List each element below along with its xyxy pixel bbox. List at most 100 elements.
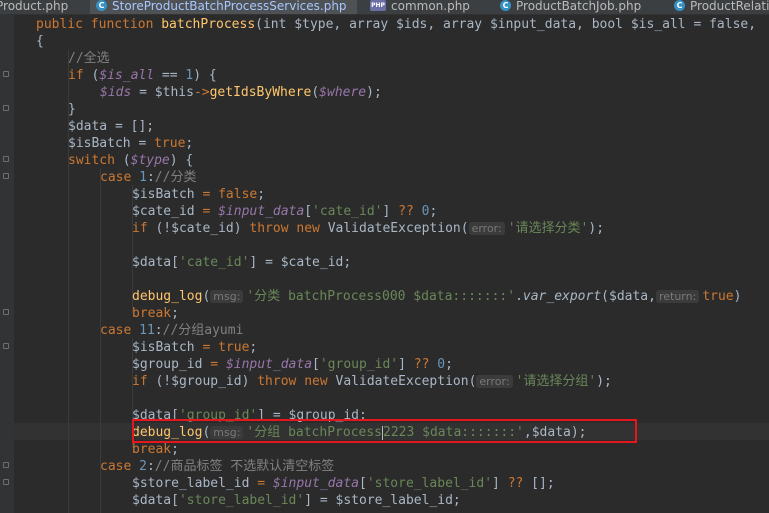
code-token: $isBatch	[132, 340, 195, 355]
code-token: 2	[139, 459, 147, 474]
code-token: ]	[398, 357, 414, 372]
code-token: [	[312, 357, 320, 372]
code-line: //全选	[68, 50, 110, 67]
code-token: :	[154, 323, 163, 338]
code-token: .	[515, 289, 523, 304]
code-token: if	[132, 221, 156, 236]
code-line: {	[36, 33, 44, 50]
code-token: case	[100, 459, 140, 474]
code-token: =	[202, 357, 226, 372]
code-token: break	[132, 306, 172, 321]
code-token: getIdsByWhere	[209, 85, 312, 100]
code-token: if	[132, 374, 156, 389]
code-token: $where	[319, 85, 367, 100]
fold-marker-icon[interactable]	[3, 343, 9, 349]
code-line: $ids = $this->getIdsByWhere($where);	[100, 84, 382, 101]
code-line: $isBatch = false;	[132, 186, 265, 203]
code-token: $ids	[100, 85, 132, 100]
code-token: 1	[139, 170, 147, 185]
code-token: ]	[492, 476, 508, 491]
code-token: ) {	[193, 68, 217, 83]
code-line: if ($is_all == 1) {	[68, 67, 217, 84]
code-comment: //全选	[68, 51, 110, 66]
code-token: 0	[429, 357, 446, 372]
code-line: switch ($type) {	[68, 152, 193, 169]
code-token: =	[194, 340, 219, 355]
code-token: =	[249, 476, 273, 491]
red-highlight-box	[132, 419, 637, 443]
code-line: $data['store_label_id'] = $store_label_i…	[132, 492, 461, 509]
code-token: true	[154, 136, 186, 151]
code-token: $this	[154, 85, 194, 100]
code-token: ->	[193, 85, 210, 100]
code-token: ??	[507, 476, 524, 491]
code-token: $type	[130, 153, 170, 168]
code-token: $input_data	[272, 476, 359, 491]
parameter-hint: error:	[476, 375, 513, 388]
code-token: ;	[445, 357, 453, 372]
code-line: $cate_id = $input_data['cate_id'] ?? 0;	[132, 203, 437, 220]
fold-marker-icon[interactable]	[3, 479, 9, 485]
code-line: if (!$group_id) throw new ValidateExcept…	[132, 373, 612, 390]
code-line: $data = [];	[68, 118, 154, 135]
fold-marker-icon[interactable]	[3, 71, 9, 77]
code-token: $group_id	[132, 357, 203, 372]
parameter-hint: return:	[655, 290, 700, 303]
code-token: );	[588, 221, 605, 236]
code-string: '分类 batchProcess000 $data:::::::'	[246, 289, 516, 304]
fold-marker-icon[interactable]	[3, 309, 9, 315]
code-token: if	[68, 68, 92, 83]
code-token: ??	[413, 357, 430, 372]
code-token: $isBatch	[132, 187, 195, 202]
code-token: ??	[398, 204, 414, 219]
code-token: true	[218, 340, 250, 355]
code-token: throw new	[257, 374, 336, 389]
editor-gutter[interactable]	[0, 14, 15, 513]
code-token: )	[733, 289, 742, 304]
code-line: if (!$cate_id) throw new ValidateExcepti…	[132, 220, 604, 237]
code-line: case 11://分组ayumi	[100, 322, 243, 339]
code-token: ]	[382, 204, 399, 219]
code-token: 0	[413, 204, 430, 219]
code-comment: //分类	[154, 170, 197, 185]
code-comment: //商品标签 不选默认清空标签	[154, 459, 335, 474]
code-token: [	[358, 476, 367, 491]
code-token: batchProcess	[161, 17, 256, 32]
code-string: 'store_label_id'	[178, 493, 305, 508]
code-token: ValidateException(	[335, 374, 477, 389]
code-token: ] = $store_label_id;	[304, 493, 461, 508]
fold-marker-icon[interactable]	[3, 156, 9, 162]
fold-marker-icon[interactable]	[3, 105, 9, 111]
code-comment: //分组ayumi	[162, 323, 244, 338]
code-token: ;	[257, 187, 266, 202]
code-token: $data[	[132, 255, 179, 270]
code-token: :	[146, 170, 155, 185]
code-token: (	[311, 85, 320, 100]
code-token: $isBatch =	[68, 136, 155, 151]
fold-marker-icon[interactable]	[3, 462, 9, 468]
code-token: =	[131, 85, 155, 100]
code-token: false	[218, 187, 258, 202]
code-token: [	[304, 204, 313, 219]
code-string: 'cate_id'	[312, 204, 383, 219]
code-string: 'cate_id'	[178, 255, 250, 270]
code-line: case 1://分类	[100, 169, 196, 186]
code-token: (!$cate_id)	[155, 221, 250, 236]
code-token: {	[36, 34, 44, 49]
code-token: (int $type, array $ids, array $input_dat…	[255, 17, 757, 32]
fold-marker-icon[interactable]	[3, 173, 9, 179]
code-token: (!$group_id)	[155, 374, 258, 389]
code-line: }	[68, 101, 76, 118]
code-token: ;	[429, 204, 438, 219]
code-string: 'store_label_id'	[366, 476, 493, 491]
code-token: ($data,	[601, 289, 656, 304]
code-token: 11	[139, 323, 155, 338]
code-line: public function batchProcess(int $type, …	[36, 16, 756, 33]
code-token: $data[	[132, 493, 179, 508]
code-string: '请选择分类'	[507, 221, 589, 236]
code-token: ;	[185, 136, 194, 151]
code-string: '请选择分组'	[515, 374, 597, 389]
code-line: $group_id = $input_data['group_id'] ?? 0…	[132, 356, 453, 373]
code-token: $is_all	[99, 68, 155, 83]
code-line: debug_log(msg: '分类 batchProcess000 $data:…	[132, 288, 741, 305]
